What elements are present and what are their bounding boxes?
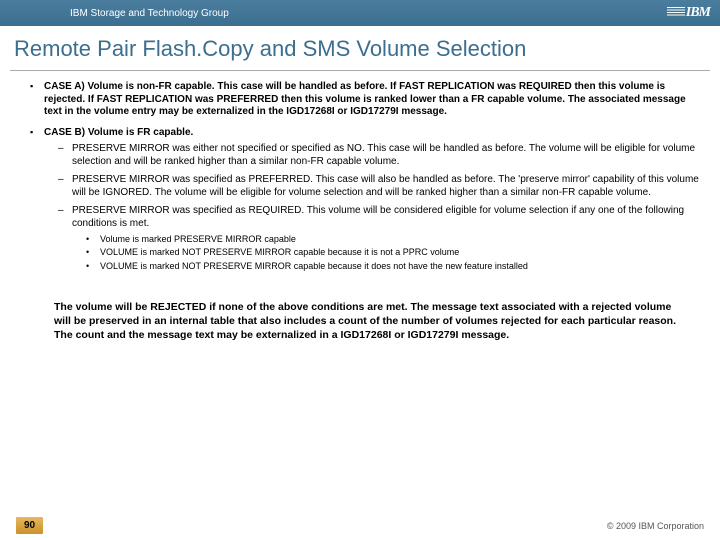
copyright: © 2009 IBM Corporation xyxy=(607,521,704,531)
rejected-paragraph: The volume will be REJECTED if none of t… xyxy=(54,300,690,343)
slide-content: CASE A) Volume is non-FR capable. This c… xyxy=(0,81,720,342)
title-divider xyxy=(10,70,710,71)
slide-title: Remote Pair Flash.Copy and SMS Volume Se… xyxy=(14,36,720,62)
cond1: Volume is marked PRESERVE MIRROR capable xyxy=(86,234,700,245)
header-group: IBM Storage and Technology Group xyxy=(70,8,229,19)
case-b-sub3: PRESERVE MIRROR was specified as REQUIRE… xyxy=(58,205,700,272)
cond3: VOLUME is marked NOT PRESERVE MIRROR cap… xyxy=(86,261,700,272)
footer: 90 © 2009 IBM Corporation xyxy=(0,517,720,534)
page-number: 90 xyxy=(16,517,43,534)
case-a: CASE A) Volume is non-FR capable. This c… xyxy=(30,81,700,119)
case-b-sub2: PRESERVE MIRROR was specified as PREFERR… xyxy=(58,174,700,199)
case-b-sub1: PRESERVE MIRROR was either not specified… xyxy=(58,143,700,168)
cond2: VOLUME is marked NOT PRESERVE MIRROR cap… xyxy=(86,247,700,258)
ibm-logo: IBM xyxy=(667,5,710,21)
header-bar: IBM Storage and Technology Group IBM xyxy=(0,0,720,26)
case-b: CASE B) Volume is FR capable. PRESERVE M… xyxy=(30,127,700,272)
